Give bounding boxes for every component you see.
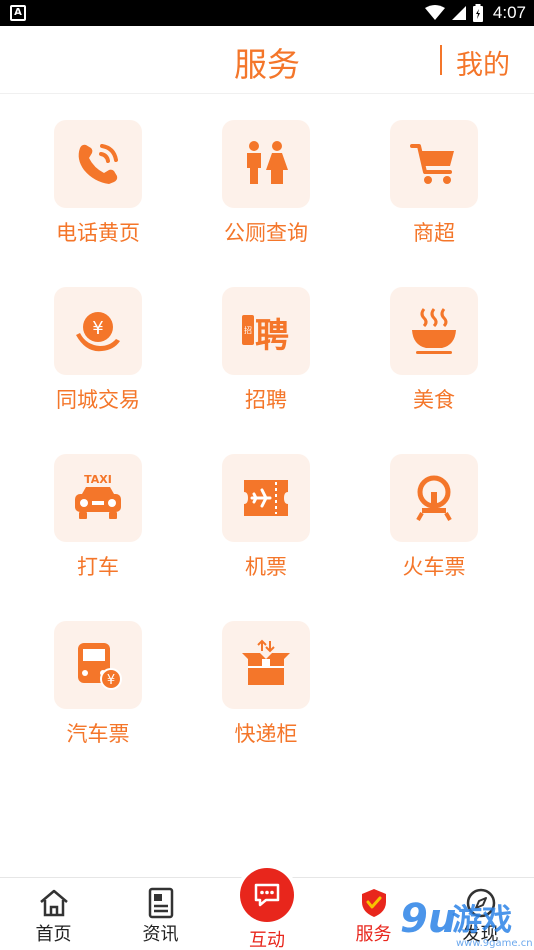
service-local-trade[interactable]: ¥ 同城交易 <box>14 287 182 425</box>
service-label: 美食 <box>413 388 455 412</box>
nav-label: 服务 <box>355 924 392 945</box>
money-hand-icon: ¥ <box>76 312 120 352</box>
nav-interact[interactable] <box>240 868 294 922</box>
nav-home[interactable]: 首页 <box>0 878 107 950</box>
service-tile[interactable] <box>390 120 478 208</box>
home-icon <box>39 889 68 917</box>
service-label: 汽车票 <box>66 722 130 746</box>
notification-a-icon: A <box>10 5 26 21</box>
service-food[interactable]: 美食 <box>350 287 518 425</box>
train-icon <box>416 475 452 521</box>
shield-check-icon <box>361 889 386 917</box>
svg-text:聘: 聘 <box>255 316 289 356</box>
services-grid: 电话黄页 公厕查询 商超 ¥ 同城交易 招 聘 招聘 美食 TAXI 打车 机票… <box>14 120 520 759</box>
service-tile[interactable]: ¥ <box>54 621 142 709</box>
service-label: 打车 <box>77 555 119 579</box>
service-label: 电话黄页 <box>56 221 140 245</box>
service-tile[interactable] <box>390 287 478 375</box>
service-label: 同城交易 <box>56 388 140 412</box>
service-label: 机票 <box>245 555 287 579</box>
service-tile[interactable] <box>222 621 310 709</box>
bus-icon: ¥ <box>78 643 122 690</box>
service-label: 公厕查询 <box>224 221 308 245</box>
nav-label: 资讯 <box>142 924 179 945</box>
watermark-logo: 9u 游戏 www.9game.cn <box>400 896 533 949</box>
svg-text:¥: ¥ <box>107 673 115 688</box>
svg-text:¥: ¥ <box>92 318 103 339</box>
service-tile[interactable] <box>222 454 310 542</box>
service-air-ticket[interactable]: 机票 <box>182 454 350 592</box>
taxi-icon: TAXI <box>75 473 121 519</box>
page-title: 服务 <box>234 45 300 84</box>
service-tile[interactable] <box>54 120 142 208</box>
svg-text:www.9game.cn: www.9game.cn <box>456 938 533 949</box>
service-label: 商超 <box>413 221 455 245</box>
plane-ticket-icon <box>244 480 288 516</box>
svg-text:招: 招 <box>244 325 252 335</box>
service-parcel-locker[interactable]: 快递柜 <box>182 621 350 759</box>
service-phone-directory[interactable]: 电话黄页 <box>14 120 182 258</box>
service-tile[interactable] <box>222 120 310 208</box>
status-bar: A 4:07 <box>0 0 534 26</box>
bowl-icon <box>412 308 456 354</box>
signal-icon <box>451 6 466 20</box>
service-toilet-search[interactable]: 公厕查询 <box>182 120 350 258</box>
recruit-icon: 招 聘 <box>242 315 289 356</box>
cart-icon <box>410 144 454 184</box>
top-header: 服务 我的 <box>0 26 534 94</box>
service-taxi[interactable]: TAXI 打车 <box>14 454 182 592</box>
service-tile[interactable]: 招 聘 <box>222 287 310 375</box>
svg-text:游戏: 游戏 <box>452 903 512 938</box>
service-tile[interactable]: TAXI <box>54 454 142 542</box>
mine-link[interactable]: 我的 <box>456 43 510 82</box>
service-label: 快递柜 <box>234 722 298 746</box>
service-tile[interactable]: ¥ <box>54 287 142 375</box>
nav-label: 首页 <box>35 924 72 945</box>
service-bus-ticket[interactable]: ¥ 汽车票 <box>14 621 182 759</box>
service-train-ticket[interactable]: 火车票 <box>350 454 518 592</box>
nav-news[interactable]: 资讯 <box>107 878 214 950</box>
news-icon <box>148 887 173 919</box>
phone-icon <box>78 144 118 184</box>
parcel-box-icon <box>242 639 290 685</box>
svg-text:9u: 9u <box>400 896 456 942</box>
wifi-icon <box>424 5 445 20</box>
status-icons: 4:07 <box>424 0 526 26</box>
toilet-icon <box>247 141 288 184</box>
nav-label: 互动 <box>249 930 285 950</box>
service-label: 火车票 <box>402 555 466 579</box>
chat-icon <box>254 883 280 907</box>
battery-icon <box>472 4 483 22</box>
service-label: 招聘 <box>245 388 287 412</box>
service-recruitment[interactable]: 招 聘 招聘 <box>182 287 350 425</box>
svg-text:TAXI: TAXI <box>84 473 112 486</box>
header-divider <box>440 45 442 75</box>
service-tile[interactable] <box>390 454 478 542</box>
service-supermarket[interactable]: 商超 <box>350 120 518 258</box>
status-time: 4:07 <box>492 3 526 22</box>
